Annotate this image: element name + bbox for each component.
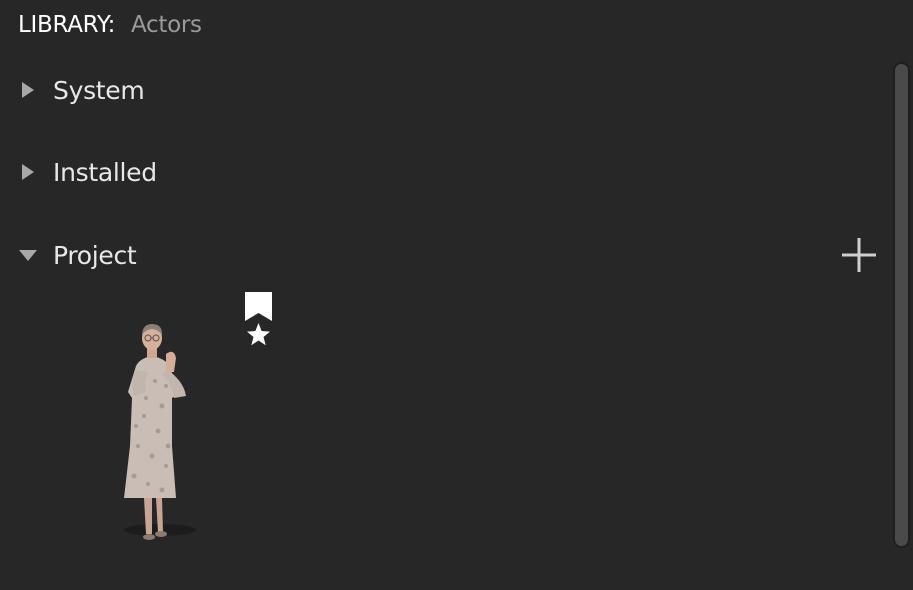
- bookmark-icon: [245, 292, 272, 321]
- star-icon: [247, 323, 270, 346]
- add-asset-button[interactable]: [840, 236, 878, 274]
- library-header: LIBRARY: Actors: [18, 10, 202, 40]
- library-panel: LIBRARY: Actors System Installed Project: [0, 0, 913, 590]
- chevron-right-icon[interactable]: [18, 162, 38, 182]
- section-project-label: Project: [53, 240, 137, 270]
- section-installed[interactable]: Installed: [18, 152, 157, 192]
- scrollbar-thumb[interactable]: [895, 64, 908, 546]
- section-system-label: System: [53, 75, 145, 105]
- library-category[interactable]: Actors: [131, 12, 202, 38]
- elderly-woman-actor-thumbnail: [124, 324, 196, 540]
- section-system[interactable]: System: [18, 70, 145, 110]
- section-installed-label: Installed: [53, 157, 157, 187]
- chevron-right-icon[interactable]: [18, 80, 38, 100]
- library-label: LIBRARY:: [18, 12, 116, 38]
- chevron-down-icon[interactable]: [18, 245, 38, 265]
- favorite-badge: [245, 292, 272, 346]
- actor-asset-item[interactable]: [100, 286, 290, 554]
- section-project[interactable]: Project: [18, 235, 137, 275]
- plus-icon: [842, 238, 876, 272]
